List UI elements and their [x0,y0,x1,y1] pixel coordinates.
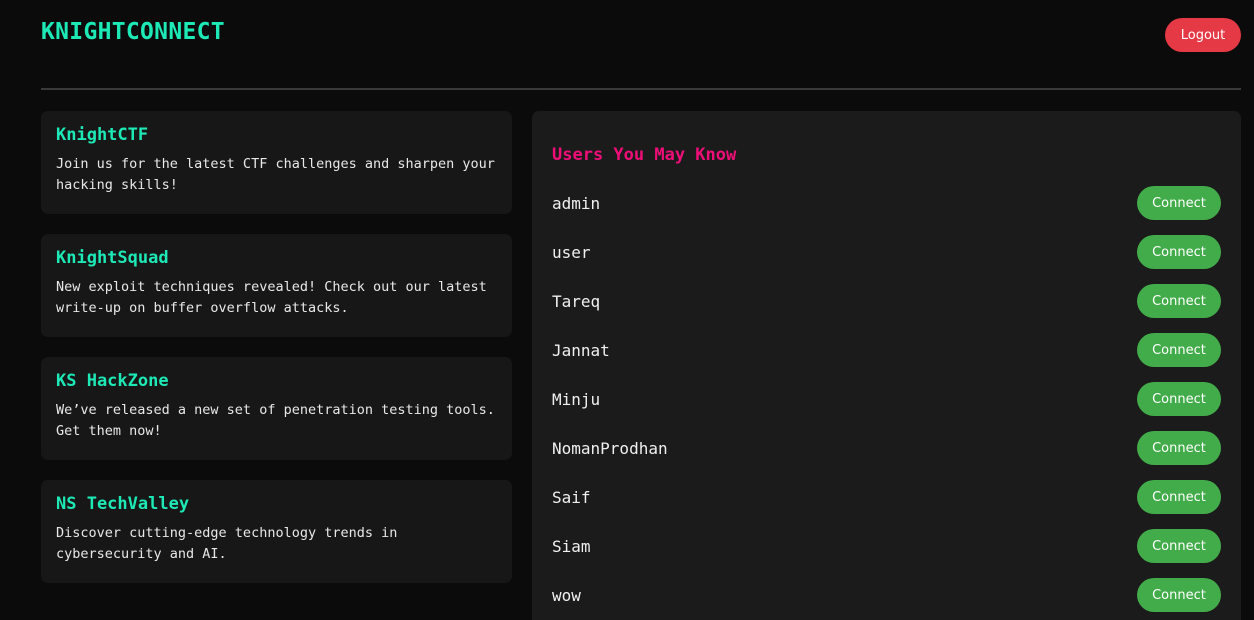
connect-button[interactable]: Connect [1137,529,1221,563]
connect-button[interactable]: Connect [1137,284,1221,318]
user-name: NomanProdhan [552,438,668,458]
post-card: NS TechValley Discover cutting-edge tech… [41,480,512,583]
post-title: KnightCTF [56,125,149,145]
connect-button[interactable]: Connect [1137,431,1221,465]
post-card: KS HackZone We’ve released a new set of … [41,357,512,460]
site-logo[interactable]: KNIGHTCONNECT [41,19,225,45]
user-name: wow [552,585,581,605]
connect-button[interactable]: Connect [1137,186,1221,220]
user-row: admin Connect [552,186,1221,220]
post-text: Join us for the latest CTF challenges an… [56,156,495,193]
post-text: New exploit techniques revealed! Check o… [56,279,487,316]
posts-feed: KnightCTF Join us for the latest CTF cha… [41,111,512,603]
logout-button[interactable]: Logout [1165,18,1241,52]
user-row: Minju Connect [552,382,1221,416]
connect-button[interactable]: Connect [1137,235,1221,269]
connect-button[interactable]: Connect [1137,382,1221,416]
users-panel-title: Users You May Know [552,145,737,165]
post-text: Discover cutting-edge technology trends … [56,525,398,562]
user-name: Jannat [552,340,610,360]
user-row: Tareq Connect [552,284,1221,318]
top-header: KNIGHTCONNECT Logout [41,0,1241,90]
user-row: NomanProdhan Connect [552,431,1221,465]
user-name: Saif [552,487,591,507]
user-name: admin [552,193,601,213]
user-row: Jannat Connect [552,333,1221,367]
user-row: user Connect [552,235,1221,269]
connect-button[interactable]: Connect [1137,480,1221,514]
connect-button[interactable]: Connect [1137,578,1221,612]
users-you-may-know-panel: Users You May Know admin Connect user Co… [532,111,1241,620]
post-text: We’ve released a new set of penetration … [56,402,495,439]
user-row: wow Connect [552,578,1221,612]
post-title: KS HackZone [56,371,169,391]
connect-button[interactable]: Connect [1137,333,1221,367]
post-title: NS TechValley [56,494,190,514]
post-title: KnightSquad [56,248,169,268]
user-name: user [552,242,591,262]
post-card: KnightSquad New exploit techniques revea… [41,234,512,337]
post-card: KnightCTF Join us for the latest CTF cha… [41,111,512,214]
user-row: Siam Connect [552,529,1221,563]
user-row: Saif Connect [552,480,1221,514]
user-name: Tareq [552,291,601,311]
user-name: Minju [552,389,601,409]
user-name: Siam [552,536,591,556]
